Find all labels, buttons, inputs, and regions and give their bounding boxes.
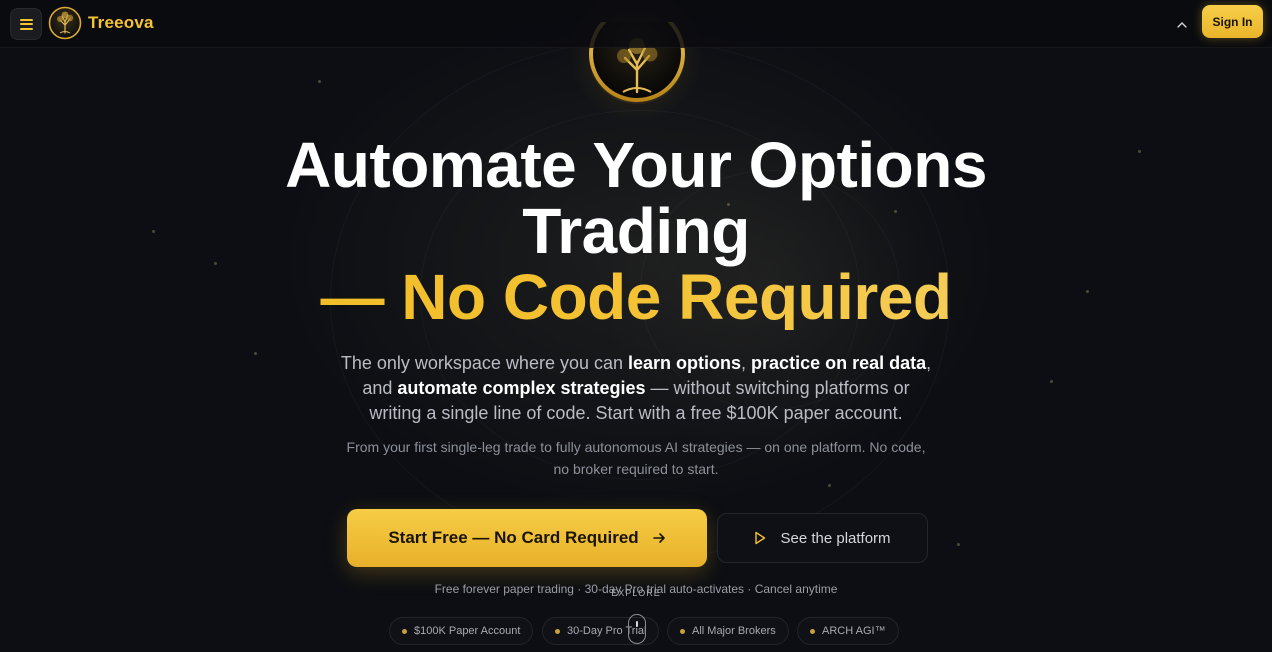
background-particle [318,80,321,83]
start-free-button[interactable]: Start Free — No Card Required [347,509,707,567]
bullet-dot-icon [810,628,815,634]
see-platform-button[interactable]: See the platform [717,513,928,563]
sign-in-button[interactable]: Sign In [1202,5,1263,38]
brand-name[interactable]: Treeova [88,13,154,33]
hero-subtitle: The only workspace where you can learn o… [336,351,936,426]
feature-pill-label: All Major Brokers [692,625,776,637]
feature-pill-label: $100K Paper Account [414,625,521,637]
bullet-dot-icon [680,628,685,634]
hero-secondary-text: From your first single-leg trade to full… [346,439,926,477]
bullet-dot-icon [402,628,407,634]
background-particle [957,543,960,546]
arrow-right-icon [652,533,665,543]
background-particle [828,484,831,487]
scroll-mouse-icon[interactable] [628,614,646,644]
hamburger-icon [19,18,33,30]
see-platform-label: See the platform [780,529,891,547]
tree-logo-icon[interactable] [48,6,82,40]
background-particle [254,352,257,355]
start-free-label: Start Free — No Card Required [388,528,639,547]
menu-button[interactable] [10,8,42,40]
background-particle [1050,380,1053,383]
subtitle-highlight: practice on real data [751,353,927,373]
subtitle-text: The only workspace where you can [340,353,629,373]
background-particle [1138,150,1141,153]
headline-line: Automate Your Options [285,129,987,201]
chevron-up-icon [1177,21,1187,28]
feature-pill: $100K Paper Account [389,617,534,645]
subtitle-text: , [741,353,752,373]
hero-headline: Automate Your Options Trading — No Code … [136,132,1136,330]
feature-pill-label: ARCH AGI™ [822,625,886,637]
top-navbar: Treeova Sign In [0,0,1272,48]
subtitle-highlight: learn options [628,353,742,373]
collapse-button[interactable] [1172,14,1192,34]
headline-highlight: — No Code Required [136,264,1136,330]
feature-pill: ARCH AGI™ [797,617,899,645]
feature-pill: All Major Brokers [667,617,789,645]
subtitle-highlight: automate complex strategies [397,378,646,398]
bullet-dot-icon [555,628,560,634]
headline-line: Trading [522,195,750,267]
play-icon [755,531,766,545]
explore-label: EXPLORE [611,588,661,598]
